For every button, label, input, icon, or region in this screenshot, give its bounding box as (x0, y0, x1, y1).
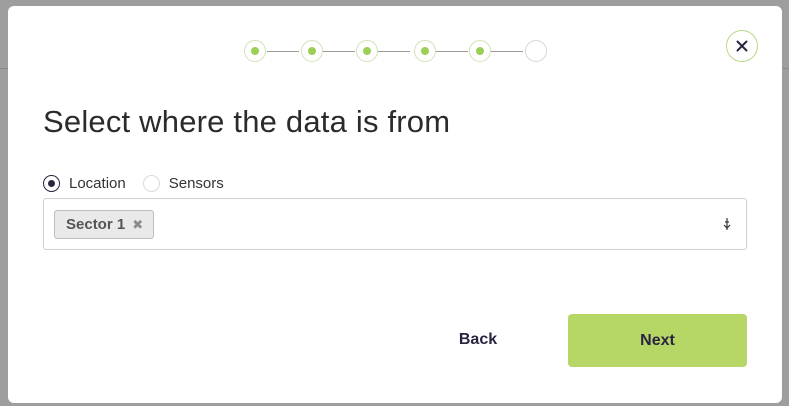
radio-location-label: Location (69, 175, 126, 192)
back-button[interactable]: Back (448, 322, 508, 358)
chip-label: Sector 1 (66, 216, 126, 233)
radio-location-indicator[interactable] (43, 175, 60, 192)
close-button[interactable] (726, 30, 758, 62)
chip-remove-icon[interactable]: ✖ (132, 217, 143, 233)
step-connector (267, 50, 299, 52)
radio-sensors-label: Sensors (168, 175, 224, 192)
dialog-title: Select where the data is from (43, 104, 451, 139)
close-icon (736, 40, 748, 52)
progress-stepper (244, 40, 554, 62)
step-connector (491, 50, 523, 52)
step-4 (414, 40, 436, 62)
step-3 (356, 40, 378, 62)
dropdown-arrow-icon[interactable] (719, 216, 735, 232)
location-multiselect[interactable]: Sector 1 ✖ (43, 198, 747, 250)
radio-sensors[interactable]: Sensors (142, 175, 224, 192)
radio-location[interactable]: Location (43, 175, 126, 192)
source-radio-group: Location Sensors (43, 175, 241, 192)
radio-sensors-indicator[interactable] (142, 175, 160, 192)
next-button[interactable]: Next (568, 314, 747, 367)
step-connector (378, 50, 410, 52)
step-1 (244, 40, 266, 62)
step-5 (469, 40, 491, 62)
step-connector (323, 50, 355, 52)
step-2 (301, 40, 323, 62)
step-6 (525, 40, 547, 62)
selected-chip: Sector 1 ✖ (54, 210, 155, 239)
modal-dialog: Select where the data is from Location S… (8, 6, 782, 403)
step-connector (436, 50, 468, 52)
